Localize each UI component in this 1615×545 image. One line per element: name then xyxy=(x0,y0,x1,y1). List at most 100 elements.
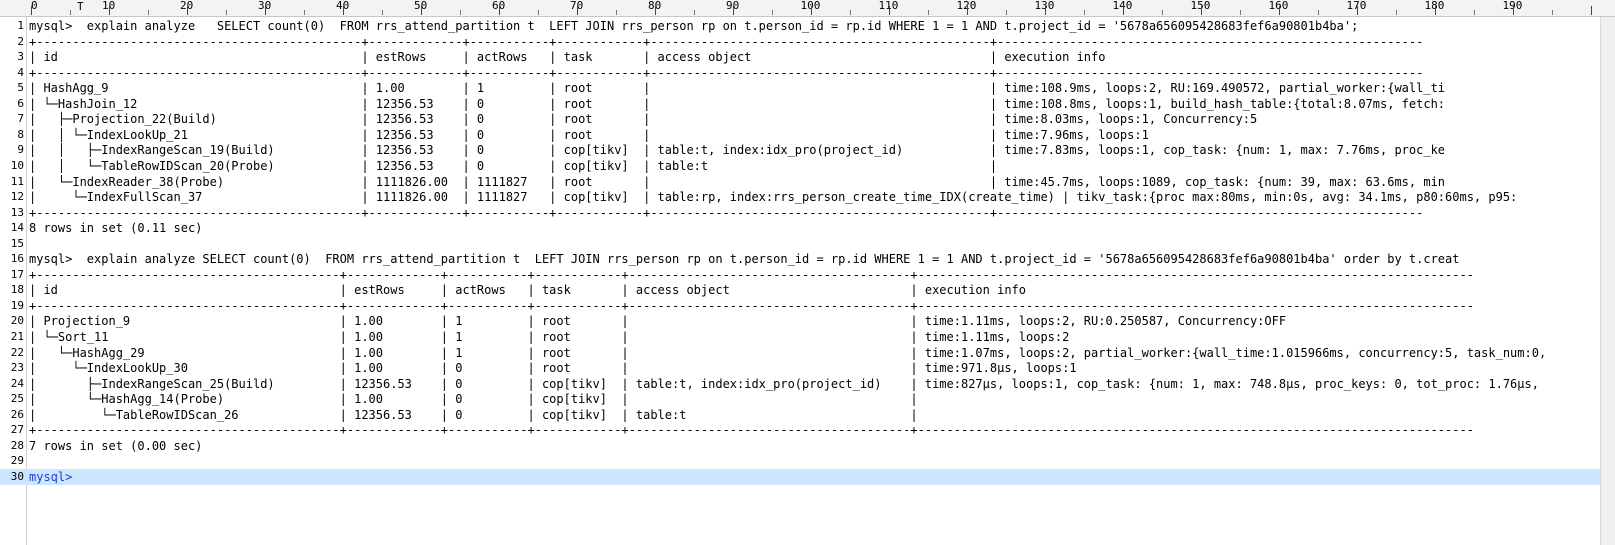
ruler-tick xyxy=(850,10,851,15)
line-number: 10 xyxy=(10,158,24,172)
ruler-tick xyxy=(343,6,344,15)
line-number: 1 xyxy=(17,19,24,32)
ruler-tick xyxy=(1045,6,1046,15)
vertical-scrollbar[interactable] xyxy=(1600,17,1615,545)
editor-line[interactable]: 3 | id | estRows | actRows | task | acces… xyxy=(0,49,1615,65)
ruler-tick xyxy=(382,10,383,15)
editor-line[interactable]: 21 | └─Sort_11 | 1.00 | 1 | root | | time… xyxy=(0,329,1615,345)
line-text: 8 rows in set (0.11 sec) xyxy=(29,221,203,236)
editor-line[interactable]: 18 | id | estRows | actRows | task | acce… xyxy=(0,282,1615,298)
ruler-tick xyxy=(1357,6,1358,15)
line-text: | │ └─TableRowIDScan_20(Probe) | 12356.5… xyxy=(29,158,998,173)
editor-line[interactable]: 4 +--------------------------------------… xyxy=(0,65,1615,81)
line-number: 13 xyxy=(10,205,24,219)
line-text: | └─HashJoin_12 | 12356.53 | 0 | root | … xyxy=(29,96,1446,111)
editor-line[interactable]: 7 | ├─Projection_22(Build) | 12356.53 | 0… xyxy=(0,111,1615,127)
ruler-tick xyxy=(109,6,110,15)
ruler-tick xyxy=(694,10,695,15)
current-line[interactable]: 30 mysql> xyxy=(0,468,1615,485)
ruler-tick xyxy=(967,6,968,15)
editor-line[interactable]: 9 | │ ├─IndexRangeScan_19(Build) | 12356.… xyxy=(0,142,1615,158)
line-text: | id | estRows | actRows | task | access… xyxy=(29,50,1106,65)
ruler-tick xyxy=(187,6,188,15)
editor-line[interactable]: 29 xyxy=(0,453,1615,469)
line-text: | └─IndexLookUp_30 | 1.00 | 0 | root | |… xyxy=(29,361,1077,376)
ruler-tick xyxy=(1006,10,1007,15)
ruler-tick xyxy=(460,10,461,15)
editor-line[interactable]: 2 +--------------------------------------… xyxy=(0,34,1615,50)
line-number: 11 xyxy=(10,174,24,188)
ruler-tick xyxy=(1162,10,1163,15)
editor-line[interactable]: 14 8 rows in set (0.11 sec) xyxy=(0,220,1615,236)
editor-line[interactable]: 13 +-------------------------------------… xyxy=(0,205,1615,221)
ruler-tick xyxy=(1435,6,1436,15)
ruler-tick xyxy=(1513,6,1514,15)
ruler-tick xyxy=(1279,6,1280,15)
ruler-tick xyxy=(1474,10,1475,15)
line-number: 18 xyxy=(10,283,24,297)
line-number: 23 xyxy=(10,361,24,375)
editor-line[interactable]: 24 | ├─IndexRangeScan_25(Build) | 12356.5… xyxy=(0,376,1615,392)
line-number: 3 xyxy=(17,50,24,64)
ruler-tick xyxy=(538,10,539,15)
editor-line[interactable]: 11 | └─IndexReader_38(Probe) | 1111826.00… xyxy=(0,174,1615,190)
ruler-tick xyxy=(1552,10,1553,15)
ruler-tick xyxy=(421,6,422,15)
line-number: 17 xyxy=(10,267,24,281)
ruler-tick xyxy=(265,6,266,15)
ruler-tick xyxy=(1201,6,1202,15)
ruler-tick xyxy=(928,10,929,15)
line-number: 2 xyxy=(17,34,24,48)
ruler-tick xyxy=(226,10,227,15)
ruler-tick xyxy=(1396,10,1397,15)
ruler-tick xyxy=(499,6,500,15)
line-number: 9 xyxy=(17,143,24,157)
ruler-tick xyxy=(1591,6,1592,15)
editor-line[interactable]: 20 | Projection_9 | 1.00 | 1 | root | | t… xyxy=(0,313,1615,329)
line-number: 7 xyxy=(17,112,24,126)
editor-line[interactable]: 25 | └─HashAgg_14(Probe) | 1.00 | 0 | cop… xyxy=(0,391,1615,407)
line-text: | Projection_9 | 1.00 | 1 | root | | tim… xyxy=(29,314,1287,329)
editor-line[interactable]: 22 | └─HashAgg_29 | 1.00 | 1 | root | | t… xyxy=(0,345,1615,361)
line-text: | id | estRows | actRows | task | access… xyxy=(29,283,1026,298)
line-text: | └─IndexReader_38(Probe) | 1111826.00 |… xyxy=(29,174,1446,189)
ruler-tick xyxy=(733,6,734,15)
editor-line[interactable]: 19 +-------------------------------------… xyxy=(0,298,1615,314)
ruler-tick xyxy=(148,10,149,15)
editor-line[interactable]: 28 7 rows in set (0.00 sec) xyxy=(0,438,1615,454)
line-text: +---------------------------------------… xyxy=(29,65,1424,80)
line-number: 8 xyxy=(17,127,24,141)
editor-line[interactable]: 10 | │ └─TableRowIDScan_20(Probe) | 12356… xyxy=(0,158,1615,174)
text-editor-area[interactable]: 1 mysql> explain analyze SELECT count(0) … xyxy=(0,18,1615,545)
line-number: 16 xyxy=(10,252,24,266)
line-number: 25 xyxy=(10,392,24,406)
line-text: +---------------------------------------… xyxy=(29,34,1424,49)
line-number: 22 xyxy=(10,345,24,359)
editor-line[interactable]: 12 | └─IndexFullScan_37 | 1111826.00 | 11… xyxy=(0,189,1615,205)
editor-line[interactable]: 16 mysql> explain analyze SELECT count(0)… xyxy=(0,251,1615,267)
line-text: +---------------------------------------… xyxy=(29,267,1474,282)
line-text: | ├─IndexRangeScan_25(Build) | 12356.53 … xyxy=(29,376,1539,391)
line-text: +---------------------------------------… xyxy=(29,298,1474,313)
editor-line[interactable]: 27 +-------------------------------------… xyxy=(0,422,1615,438)
line-text: +---------------------------------------… xyxy=(29,205,1424,220)
editor-line[interactable]: 8 | │ └─IndexLookUp_21 | 12356.53 | 0 | r… xyxy=(0,127,1615,143)
editor-line[interactable]: 6 | └─HashJoin_12 | 12356.53 | 0 | root |… xyxy=(0,96,1615,112)
line-number: 12 xyxy=(10,190,24,204)
line-number: 4 xyxy=(17,65,24,79)
editor-line[interactable]: 26 | └─TableRowIDScan_26 | 12356.53 | 0 |… xyxy=(0,407,1615,423)
line-text: mysql> explain analyze SELECT count(0) F… xyxy=(29,19,1359,33)
ruler-tick xyxy=(304,10,305,15)
editor-line[interactable]: 17 +-------------------------------------… xyxy=(0,267,1615,283)
ruler-tick xyxy=(1240,10,1241,15)
ruler-tick xyxy=(889,6,890,15)
ruler-tick xyxy=(655,6,656,15)
line-text: | └─TableRowIDScan_26 | 12356.53 | 0 | c… xyxy=(29,407,918,422)
column-ruler: T 01020304050607080901001101201301401501… xyxy=(0,0,1615,17)
editor-line[interactable]: 5 | HashAgg_9 | 1.00 | 1 | root | | time:… xyxy=(0,80,1615,96)
editor-line[interactable]: 23 | └─IndexLookUp_30 | 1.00 | 0 | root |… xyxy=(0,360,1615,376)
ruler-tick xyxy=(811,6,812,15)
editor-line[interactable]: 15 xyxy=(0,236,1615,252)
editor-line[interactable]: 1 mysql> explain analyze SELECT count(0) … xyxy=(0,18,1615,34)
line-number: 15 xyxy=(10,236,24,250)
